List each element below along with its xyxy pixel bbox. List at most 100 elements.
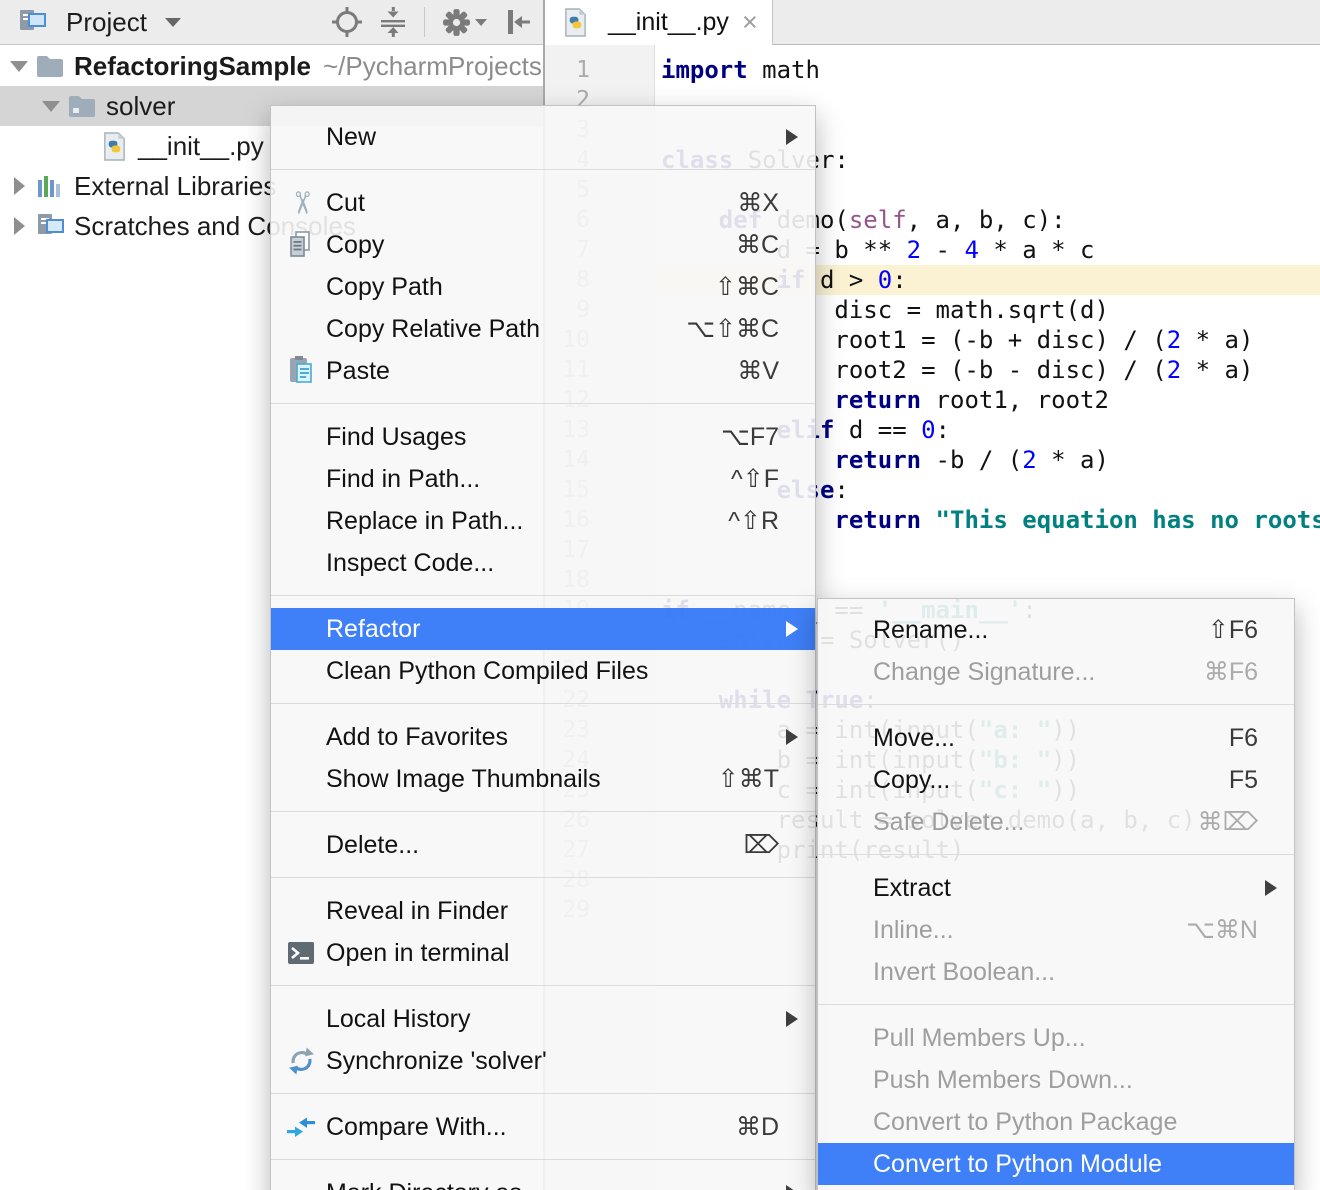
menu-item-label: Find Usages xyxy=(326,423,697,452)
menu-item-shortcut: ⇧⌘C xyxy=(715,272,779,302)
menu-item-invert-boolean[interactable]: Invert Boolean... xyxy=(818,951,1294,993)
menu-item-label: Compare With... xyxy=(326,1113,712,1142)
menu-item-inspect-code[interactable]: Inspect Code... xyxy=(271,542,815,584)
sync-icon xyxy=(283,1047,319,1076)
menu-item-open-in-terminal[interactable]: Open in terminal xyxy=(271,932,815,974)
menu-item-copy[interactable]: Copy⌘C xyxy=(271,224,815,266)
collapse-all-icon[interactable] xyxy=(378,7,408,37)
menu-item-move[interactable]: Move...F6 xyxy=(818,717,1294,759)
tree-item-label: External Libraries xyxy=(74,171,276,202)
menu-item-label: Inspect Code... xyxy=(326,549,779,578)
folder-icon xyxy=(32,54,68,78)
menu-item-label: Mark Directory as xyxy=(326,1179,779,1190)
scissors-icon: ✂ xyxy=(283,188,319,219)
menu-item-synchronize-solver[interactable]: Synchronize 'solver' xyxy=(271,1040,815,1082)
menu-item-refactor[interactable]: Refactor xyxy=(271,608,815,650)
menu-item-label: Safe Delete... xyxy=(873,808,1174,837)
menu-item-copy-relative-path[interactable]: Copy Relative Path⌥⇧⌘C xyxy=(271,308,815,350)
python-file-icon xyxy=(96,132,132,161)
chevron-expanded-icon[interactable] xyxy=(38,101,64,112)
menu-item-inline[interactable]: Inline... ⌥⌘N xyxy=(818,909,1294,951)
refactor-submenu: Rename... ⇧F6 Change Signature...⌘F6 Move..… xyxy=(817,598,1295,1190)
hide-panel-icon[interactable] xyxy=(503,7,533,37)
menu-item-label: Find in Path... xyxy=(326,465,707,494)
menu-item-change-signature[interactable]: Change Signature...⌘F6 xyxy=(818,651,1294,693)
settings-gear-icon[interactable] xyxy=(441,7,487,38)
project-view-selector[interactable]: Project xyxy=(14,7,181,38)
project-view-icon xyxy=(14,9,50,35)
toolbar-divider xyxy=(424,7,425,37)
menu-item-label: Cut xyxy=(326,189,713,218)
chevron-collapsed-icon[interactable] xyxy=(6,177,32,195)
submenu-arrow-icon xyxy=(786,129,798,145)
tree-item-path: ~/PycharmProjects xyxy=(323,51,542,82)
close-tab-icon[interactable]: × xyxy=(742,9,758,36)
menu-item-convert-to-python-package[interactable]: Convert to Python Package xyxy=(818,1101,1294,1143)
menu-item-find-usages[interactable]: Find Usages⌥F7 xyxy=(271,416,815,458)
menu-item-compare-with[interactable]: Compare With...⌘D xyxy=(271,1106,815,1148)
chevron-collapsed-icon[interactable] xyxy=(6,217,32,235)
menu-separator xyxy=(271,595,815,596)
package-folder-icon xyxy=(64,94,100,118)
menu-item-label: Add to Favorites xyxy=(326,723,779,752)
locate-icon[interactable] xyxy=(332,7,362,37)
menu-item-add-to-favorites[interactable]: Add to Favorites xyxy=(271,716,815,758)
chevron-expanded-icon[interactable] xyxy=(6,61,32,72)
menu-item-shortcut: ⌘C xyxy=(736,230,779,260)
menu-item-label: Paste xyxy=(326,357,713,386)
menu-item-rename[interactable]: Rename... ⇧F6 xyxy=(818,609,1294,651)
menu-item-mark-directory-as[interactable]: Mark Directory as xyxy=(271,1172,815,1190)
menu-item-shortcut: ⇧F6 xyxy=(1208,615,1258,645)
menu-item-find-in-path[interactable]: Find in Path...^⇧F xyxy=(271,458,815,500)
menu-separator xyxy=(271,703,815,704)
menu-item-delete[interactable]: Delete...⌦ xyxy=(271,824,815,866)
menu-item-pull-members-up[interactable]: Pull Members Up... xyxy=(818,1017,1294,1059)
menu-item-label: Open in terminal xyxy=(326,939,779,968)
menu-item-clean-python-compiled-files[interactable]: Clean Python Compiled Files xyxy=(271,650,815,692)
menu-item-push-members-down[interactable]: Push Members Down... xyxy=(818,1059,1294,1101)
menu-item-cut[interactable]: ✂Cut ⌘X xyxy=(271,182,815,224)
tree-item-refactoringsample[interactable]: RefactoringSample ~/PycharmProjects xyxy=(0,46,543,86)
menu-item-shortcut: ⌘X xyxy=(737,188,779,218)
menu-item-local-history[interactable]: Local History xyxy=(271,998,815,1040)
submenu-arrow-icon xyxy=(786,621,798,637)
menu-item-replace-in-path[interactable]: Replace in Path...^⇧R xyxy=(271,500,815,542)
menu-item-copy-path[interactable]: Copy Path⇧⌘C xyxy=(271,266,815,308)
menu-item-shortcut: ⌥⇧⌘C xyxy=(686,314,779,344)
menu-item-label: Invert Boolean... xyxy=(873,958,1258,987)
menu-item-paste[interactable]: Paste⌘V xyxy=(271,350,815,392)
menu-item-label: Change Signature... xyxy=(873,658,1180,687)
menu-item-show-image-thumbnails[interactable]: Show Image Thumbnails⇧⌘T xyxy=(271,758,815,800)
menu-item-reveal-in-finder[interactable]: Reveal in Finder xyxy=(271,890,815,932)
menu-item-extract[interactable]: Extract xyxy=(818,867,1294,909)
copy-icon xyxy=(283,230,319,260)
scratches-icon xyxy=(32,213,68,239)
project-toolbar: Project xyxy=(0,0,543,45)
menu-item-label: Convert to Python Module xyxy=(873,1150,1258,1179)
tree-item-label: RefactoringSample xyxy=(74,51,311,82)
menu-item-label: Rename... xyxy=(873,616,1184,645)
menu-item-safe-delete[interactable]: Safe Delete...⌘⌦ xyxy=(818,801,1294,843)
menu-item-label: Inline... xyxy=(873,916,1162,945)
menu-item-convert-to-python-module[interactable]: Convert to Python Module xyxy=(818,1143,1294,1185)
menu-item-new[interactable]: New xyxy=(271,116,815,158)
menu-item-label: Clean Python Compiled Files xyxy=(326,657,779,686)
menu-item-copy[interactable]: Copy...F5 xyxy=(818,759,1294,801)
chevron-down-icon xyxy=(475,19,487,26)
project-toolbar-buttons xyxy=(332,7,533,38)
tab-title: __init__.py xyxy=(608,8,729,37)
menu-item-label: Reveal in Finder xyxy=(326,897,779,926)
menu-item-label: Push Members Down... xyxy=(873,1066,1258,1095)
submenu-arrow-icon xyxy=(786,1185,798,1190)
code-line: import math xyxy=(656,55,1320,85)
tab-init-py[interactable]: __init__.py × xyxy=(545,0,773,45)
context-menu: New ✂Cut ⌘X Copy⌘CCopy Path⇧⌘CCopy Relative… xyxy=(270,105,816,1190)
menu-item-label: Extract xyxy=(873,874,1258,903)
menu-item-shortcut: ⌥⌘N xyxy=(1186,915,1258,945)
menu-item-label: Convert to Python Package xyxy=(873,1108,1258,1137)
libraries-icon xyxy=(32,173,68,199)
line-number: 1 xyxy=(545,55,654,85)
menu-separator xyxy=(818,854,1294,855)
menu-item-label: Local History xyxy=(326,1005,779,1034)
tree-item-label: solver xyxy=(106,91,175,122)
